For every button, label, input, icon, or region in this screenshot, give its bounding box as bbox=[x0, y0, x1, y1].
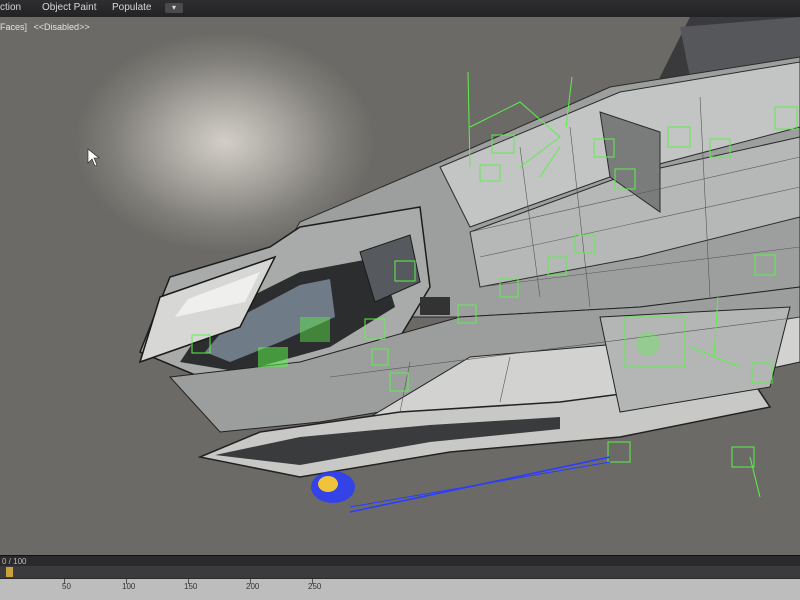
helper-box[interactable] bbox=[731, 446, 755, 468]
helper-box[interactable] bbox=[607, 441, 631, 463]
time-slider-handle[interactable] bbox=[6, 567, 13, 577]
timeline-ruler[interactable]: 50 100 150 200 250 bbox=[0, 579, 800, 600]
ribbon-options-dropdown[interactable]: ▾ bbox=[165, 3, 183, 13]
spaceship-model bbox=[87, 17, 800, 513]
ruler-label: 250 bbox=[308, 582, 322, 591]
ribbon-tab-populate[interactable]: Populate bbox=[112, 2, 151, 13]
intake-vent bbox=[420, 297, 450, 315]
ruler-label: 100 bbox=[122, 582, 136, 591]
ribbon-tab-selection[interactable]: ction bbox=[0, 2, 21, 13]
transform-gizmo[interactable] bbox=[318, 476, 338, 492]
ribbon-bar: ction Object Paint Populate ▾ bbox=[0, 0, 800, 18]
timeline-panel[interactable]: 0 / 100 50 100 150 200 250 bbox=[0, 555, 800, 600]
ruler-label: 50 bbox=[62, 582, 71, 591]
ruler-label: 200 bbox=[246, 582, 260, 591]
time-counter: 0 / 100 bbox=[2, 557, 27, 566]
perspective-viewport[interactable]: Faces] <<Disabled>> bbox=[0, 17, 800, 555]
screen: ction Object Paint Populate ▾ Faces] <<D… bbox=[0, 0, 800, 600]
mouse-cursor-icon bbox=[87, 148, 100, 167]
time-slider-track[interactable] bbox=[0, 566, 800, 578]
ruler-label: 150 bbox=[184, 582, 198, 591]
ribbon-tab-object-paint[interactable]: Object Paint bbox=[42, 2, 96, 13]
